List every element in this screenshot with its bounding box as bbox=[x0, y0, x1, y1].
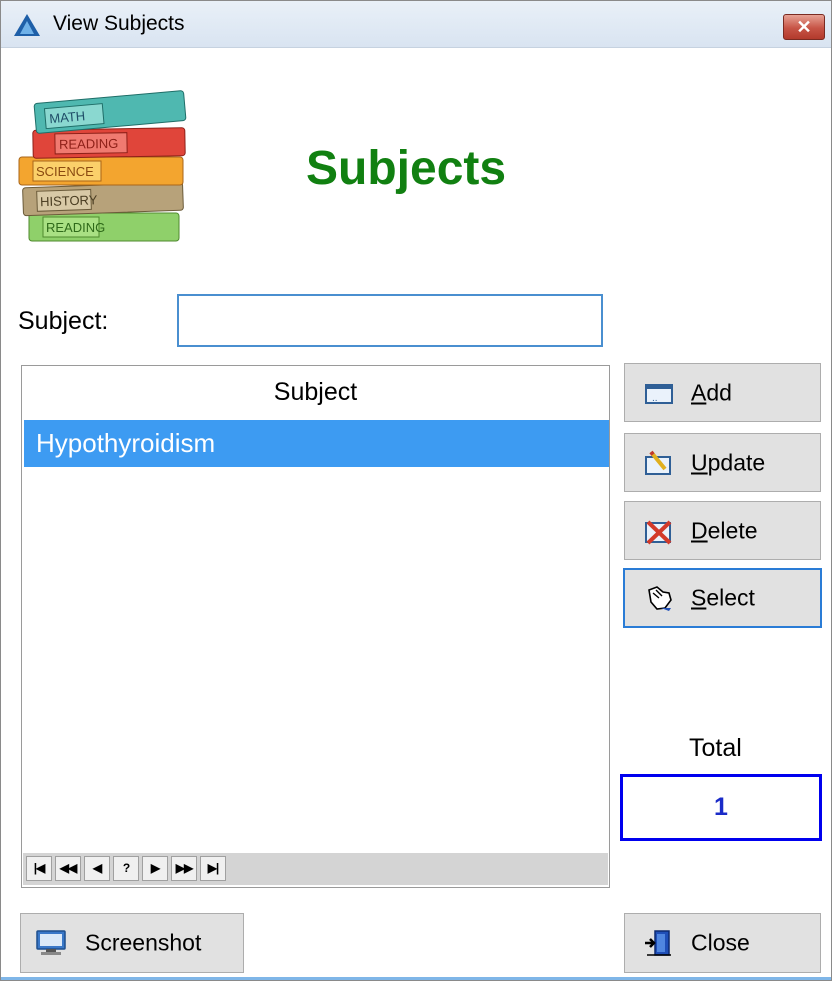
exit-door-icon bbox=[645, 930, 671, 956]
book-label-reading-2: READING bbox=[46, 220, 105, 235]
column-header-subject[interactable]: Subject bbox=[22, 366, 609, 418]
delete-button-label: Delete bbox=[691, 517, 758, 543]
select-button[interactable]: Select bbox=[623, 568, 822, 628]
window-title: View Subjects bbox=[53, 12, 185, 35]
table-row[interactable]: Hypothyroidism bbox=[24, 420, 609, 467]
add-record-icon: .. bbox=[645, 383, 673, 404]
first-record-button[interactable]: |◀ bbox=[26, 856, 52, 881]
hand-pointer-icon bbox=[648, 586, 672, 611]
book-label-reading: READING bbox=[59, 136, 118, 152]
previous-page-button[interactable]: ◀◀ bbox=[55, 856, 81, 881]
window-close-button[interactable]: ✕ bbox=[783, 14, 825, 40]
book-label-science: SCIENCE bbox=[36, 164, 94, 179]
screenshot-button-label: Screenshot bbox=[85, 929, 202, 956]
books-logo-image: READING HISTORY SCIENCE READING MATH bbox=[18, 90, 187, 242]
svg-text:..: .. bbox=[652, 393, 658, 404]
previous-record-button[interactable]: ◀ bbox=[84, 856, 110, 881]
subject-label: Subject: bbox=[18, 307, 109, 335]
subject-cell[interactable]: Hypothyroidism bbox=[36, 428, 215, 459]
edit-pencil-icon bbox=[645, 450, 671, 475]
select-button-label: Select bbox=[691, 584, 755, 611]
view-subjects-window: View Subjects ✕ READING HISTORY SCIENCE … bbox=[0, 0, 832, 981]
page-heading: Subjects bbox=[306, 142, 507, 195]
record-info-button[interactable]: ? bbox=[113, 856, 139, 881]
add-button[interactable]: .. Add bbox=[624, 363, 821, 422]
title-bar: View Subjects ✕ bbox=[1, 1, 831, 48]
record-navigator: |◀ ◀◀ ◀ ? ▶ ▶▶ ▶| bbox=[23, 853, 608, 885]
total-count: 1 bbox=[620, 774, 822, 841]
update-button[interactable]: Update bbox=[624, 433, 821, 492]
last-record-button[interactable]: ▶| bbox=[200, 856, 226, 881]
delete-button[interactable]: Delete bbox=[624, 501, 821, 560]
total-label: Total bbox=[689, 734, 742, 762]
book-label-history: HISTORY bbox=[40, 192, 98, 209]
subject-input[interactable] bbox=[177, 294, 603, 347]
screenshot-button[interactable]: Screenshot bbox=[20, 913, 244, 973]
window-bottom-border bbox=[1, 977, 831, 980]
subjects-grid[interactable]: Subject Hypothyroidism |◀ ◀◀ ◀ ? ▶ ▶▶ ▶| bbox=[21, 365, 610, 888]
monitor-icon bbox=[36, 930, 66, 955]
delete-x-icon bbox=[645, 520, 672, 544]
close-button[interactable]: Close bbox=[624, 913, 821, 973]
app-logo-icon bbox=[14, 14, 40, 36]
next-page-button[interactable]: ▶▶ bbox=[171, 856, 197, 881]
update-button-label: Update bbox=[691, 449, 766, 475]
book-label-math: MATH bbox=[49, 108, 86, 126]
close-button-label: Close bbox=[691, 929, 750, 956]
add-button-label: Add bbox=[691, 379, 732, 405]
next-record-button[interactable]: ▶ bbox=[142, 856, 168, 881]
